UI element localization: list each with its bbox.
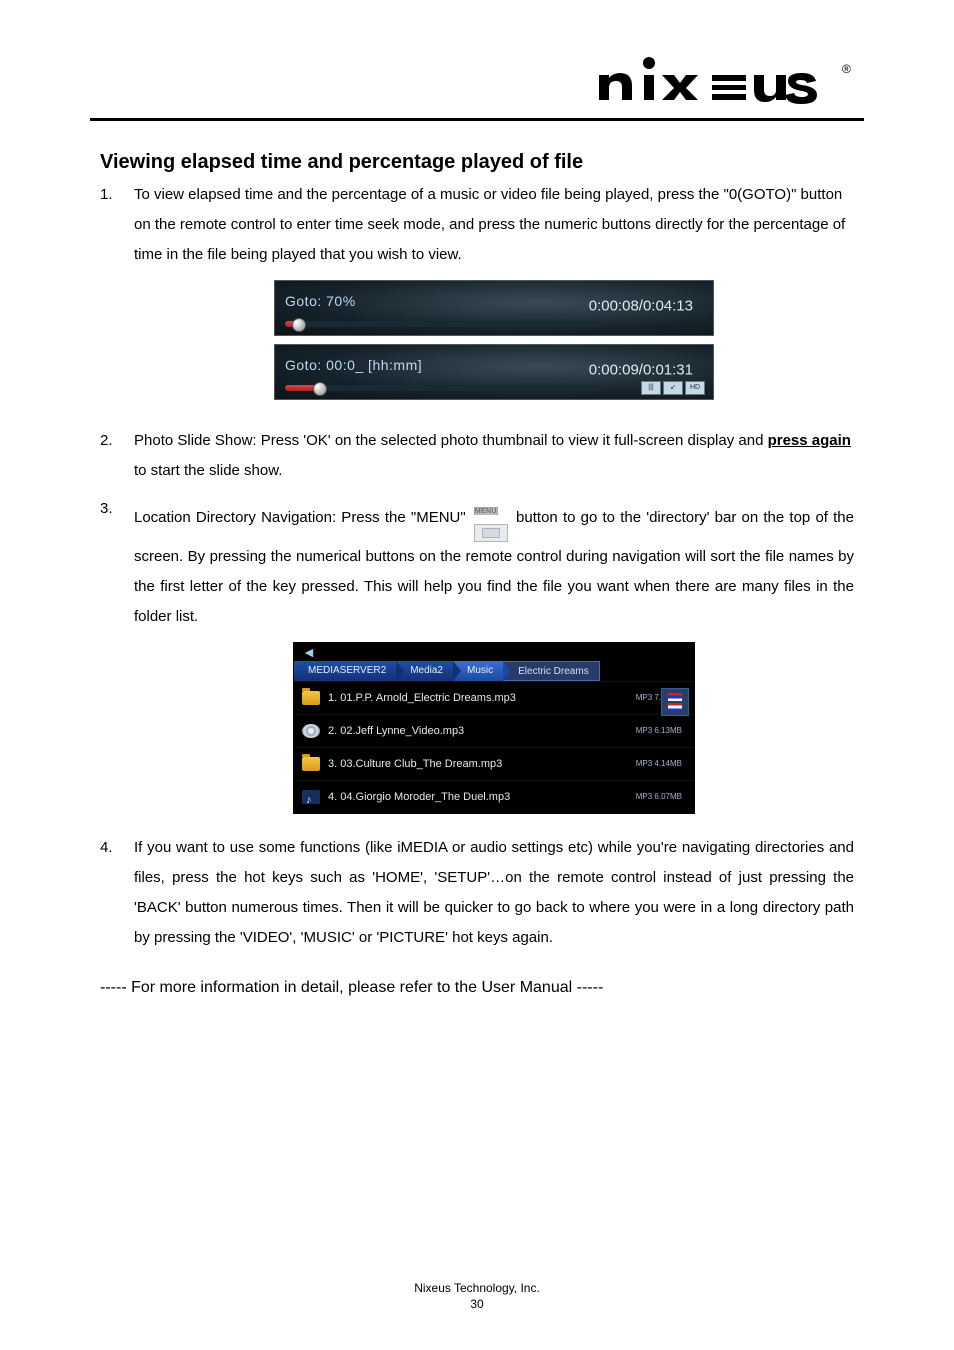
brand-logo: ® — [594, 55, 864, 105]
file-row: 2. 02.Jeff Lynne_Video.mp3MP3 6.13MB — [294, 714, 694, 747]
time-display: 0:00:08/0:04:13 — [589, 292, 693, 322]
list-item-1: 1. To view elapsed time and the percenta… — [100, 180, 854, 408]
list-item-4: 4. If you want to use some functions (li… — [100, 833, 854, 953]
list-number: 1. — [100, 180, 113, 210]
language-flags-icon — [661, 688, 689, 716]
badge-icon: ||| — [641, 381, 661, 395]
breadcrumb-current: Electric Dreams — [503, 661, 600, 681]
file-name: 3. 03.Culture Club_The Dream.mp3 — [328, 753, 636, 775]
list-number: 2. — [100, 426, 113, 456]
file-meta: MP3 4.14MB — [636, 756, 686, 772]
note-icon — [302, 790, 320, 804]
file-meta: MP3 6.07MB — [636, 789, 686, 805]
list-text: To view elapsed time and the percentage … — [134, 186, 845, 263]
list-item-3: 3. Location Directory Navigation: Press … — [100, 494, 854, 815]
section-title: Viewing elapsed time and percentage play… — [100, 151, 854, 174]
goto-row-time: Goto: 00:0_ [hh:mm] 0:00:09/0:01:31 ||| … — [274, 344, 714, 400]
list-text: Location Directory Navigation: Press the… — [134, 509, 471, 526]
list-number: 4. — [100, 833, 113, 863]
menu-button-icon: MENU — [474, 494, 508, 542]
badge-icon: HD — [685, 381, 705, 395]
breadcrumb-item: Media2 — [396, 661, 453, 681]
file-name: 1. 01.P.P. Arnold_Electric Dreams.mp3 — [328, 687, 636, 709]
registered-mark: ® — [842, 62, 851, 76]
list-number: 3. — [100, 494, 113, 524]
breadcrumb-item: MEDIASERVER2 — [294, 661, 396, 681]
figure-file-browser: ◄ MEDIASERVER2 Media2 Music Electric Dre… — [293, 642, 695, 814]
breadcrumb: MEDIASERVER2 Media2 Music Electric Dream… — [294, 661, 694, 681]
goto-row-percent: Goto: 70% 0:00:08/0:04:13 — [274, 280, 714, 336]
figure-goto-percent: Goto: 70% 0:00:08/0:04:13 Goto: 00:0_ [h… — [274, 280, 714, 408]
back-arrow-icon: ◄ — [294, 643, 694, 661]
seek-knob-icon — [313, 382, 327, 396]
file-meta: MP3 6.13MB — [636, 723, 686, 739]
file-row: 4. 04.Giorgio Moroder_The Duel.mp3MP3 6.… — [294, 780, 694, 813]
folder-icon — [302, 757, 320, 771]
page-content: Viewing elapsed time and percentage play… — [90, 151, 864, 997]
seek-bar — [285, 321, 599, 327]
badge-icon: ↙ — [663, 381, 683, 395]
file-name: 4. 04.Giorgio Moroder_The Duel.mp3 — [328, 786, 636, 808]
page-footer: Nixeus Technology, Inc. 30 — [0, 1280, 954, 1312]
seek-bar — [285, 385, 599, 391]
emphasis-text: press again — [768, 432, 851, 449]
footer-page-number: 30 — [0, 1296, 954, 1312]
list-item-2: 2. Photo Slide Show: Press 'OK' on the s… — [100, 426, 854, 486]
list-text: to start the slide show. — [134, 462, 282, 479]
menu-button-label: MENU — [474, 507, 498, 515]
page-header: ® — [90, 55, 864, 121]
list-text: If you want to use some functions (like … — [134, 839, 854, 946]
folder-icon — [302, 691, 320, 705]
status-badges: ||| ↙ HD — [641, 381, 705, 395]
seek-knob-icon — [292, 318, 306, 332]
file-row: 1. 01.P.P. Arnold_Electric Dreams.mp3MP3… — [294, 681, 694, 714]
footer-company: Nixeus Technology, Inc. — [0, 1280, 954, 1296]
list-text: Photo Slide Show: Press 'OK' on the sele… — [134, 432, 768, 449]
disc-icon — [302, 724, 320, 738]
file-name: 2. 02.Jeff Lynne_Video.mp3 — [328, 720, 636, 742]
file-row: 3. 03.Culture Club_The Dream.mp3MP3 4.14… — [294, 747, 694, 780]
closing-note: ----- For more information in detail, pl… — [100, 979, 854, 997]
